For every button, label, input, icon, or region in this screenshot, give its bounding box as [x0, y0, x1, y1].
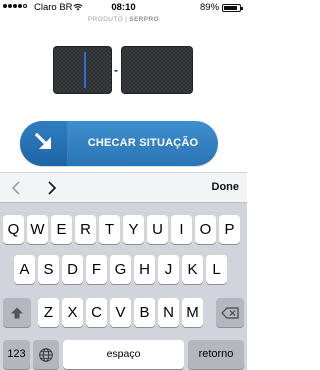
key-o[interactable]: O — [195, 215, 216, 244]
key-b[interactable]: B — [134, 298, 155, 327]
done-button[interactable]: Done — [212, 181, 240, 193]
key-f[interactable]: F — [86, 255, 107, 284]
check-button-label: CHECAR SITUAÇÃO — [87, 137, 199, 149]
arrow-down-right-icon — [34, 132, 51, 149]
key-v[interactable]: V — [110, 298, 131, 327]
key-w[interactable]: W — [27, 215, 48, 244]
shift-key[interactable] — [3, 298, 31, 327]
key-k[interactable]: K — [182, 255, 203, 284]
keyboard-accessory-bar: Done — [0, 172, 247, 202]
delete-key[interactable] — [216, 298, 244, 327]
key-p[interactable]: P — [219, 215, 240, 244]
key-t[interactable]: T — [99, 215, 120, 244]
key-j[interactable]: J — [158, 255, 179, 284]
code-separator: - — [114, 63, 118, 77]
battery-icon — [222, 4, 243, 12]
space-key[interactable]: espaço — [63, 340, 184, 369]
key-i[interactable]: I — [171, 215, 192, 244]
brand-prefix: PRODUTO — [87, 16, 124, 23]
check-button-icon-cell — [20, 121, 68, 166]
numbers-key[interactable]: 123 — [3, 340, 30, 369]
key-q[interactable]: Q — [3, 215, 24, 244]
key-m[interactable]: M — [182, 298, 203, 327]
check-status-button[interactable]: CHECAR SITUAÇÃO — [20, 121, 218, 166]
chevron-left-icon[interactable] — [9, 179, 25, 197]
brand-separator: | — [125, 16, 128, 23]
key-e[interactable]: E — [51, 215, 72, 244]
key-c[interactable]: C — [86, 298, 107, 327]
key-d[interactable]: D — [62, 255, 83, 284]
brand-caption: PRODUTO | SERPRO — [0, 16, 247, 23]
code-input-second[interactable] — [121, 46, 193, 94]
key-n[interactable]: N — [158, 298, 179, 327]
key-y[interactable]: Y — [123, 215, 144, 244]
key-u[interactable]: U — [147, 215, 168, 244]
key-z[interactable]: Z — [38, 298, 59, 327]
text-cursor — [84, 52, 86, 88]
brand-name: SERPRO — [129, 16, 160, 23]
key-s[interactable]: S — [38, 255, 59, 284]
shift-icon — [11, 307, 23, 318]
key-x[interactable]: X — [62, 298, 83, 327]
chevron-right-icon[interactable] — [44, 179, 60, 197]
key-g[interactable]: G — [110, 255, 131, 284]
key-a[interactable]: A — [14, 255, 35, 284]
key-l[interactable]: L — [206, 255, 227, 284]
globe-icon — [39, 347, 53, 362]
backspace-icon — [221, 306, 239, 319]
code-input-first[interactable] — [53, 46, 112, 94]
keyboard: Q W E R T Y U I O P A S D F G H J K L Z … — [0, 202, 247, 370]
key-r[interactable]: R — [75, 215, 96, 244]
globe-key[interactable] — [33, 340, 59, 369]
status-bar: Claro BR 08:10 89% — [0, 0, 247, 15]
battery-percent: 89% — [200, 2, 220, 13]
key-h[interactable]: H — [134, 255, 155, 284]
return-key[interactable]: retorno — [188, 340, 244, 369]
